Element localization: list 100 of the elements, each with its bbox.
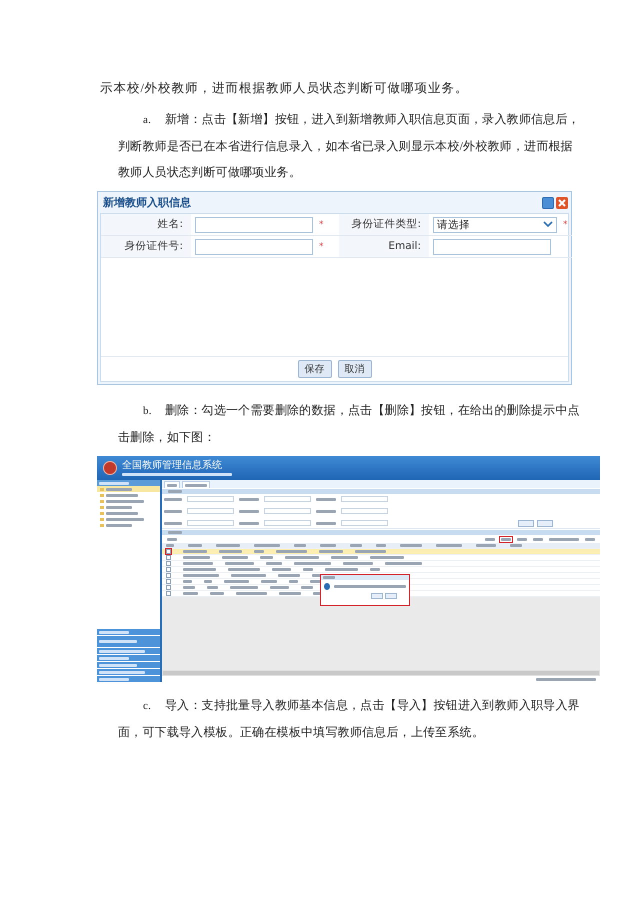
blurred-text	[106, 524, 132, 526]
input-field[interactable]	[341, 496, 388, 502]
sidebar-menu-bar[interactable]	[97, 629, 160, 635]
blurred-text	[204, 580, 212, 583]
blurred-text	[549, 538, 579, 540]
input-field[interactable]	[187, 520, 234, 526]
checkbox[interactable]	[166, 573, 171, 578]
chevron-down-icon	[543, 221, 553, 228]
sidebar-menu-bar[interactable]	[97, 655, 160, 661]
blurred-text	[320, 544, 336, 547]
sidebar-item[interactable]	[97, 486, 160, 492]
toolbar-button[interactable]	[500, 536, 512, 542]
sidebar-menu-bar[interactable]	[97, 676, 160, 682]
table-row[interactable]	[162, 555, 600, 561]
toolbar-button[interactable]	[584, 536, 596, 542]
logo-icon	[103, 461, 117, 475]
blurred-text	[219, 550, 242, 553]
blurred-text	[183, 580, 192, 583]
input-field[interactable]	[264, 520, 311, 526]
delete-button[interactable]	[166, 536, 178, 542]
blurred-text	[99, 482, 129, 484]
input-field[interactable]	[187, 508, 234, 514]
scrollbar[interactable]	[162, 670, 600, 676]
query-button[interactable]	[518, 520, 534, 526]
field-label: Email:	[339, 236, 429, 258]
blurred-text	[370, 556, 404, 559]
blurred-text	[99, 670, 145, 674]
list-item: c. 导入：支持批量导入教师基本信息，点击【导入】按钮进入到教师入职导入界面，可下载导入模板。正确在模板中填写教师信息后，上传至系统。	[118, 697, 580, 741]
table-row[interactable]	[162, 567, 600, 573]
blurred-text	[355, 550, 386, 553]
close-icon[interactable]	[556, 196, 568, 208]
sidebar-menu-bar[interactable]	[97, 662, 160, 668]
paragraph: 示本校/外校教师，进而根据教师人员状态判断可做哪项业务。	[100, 80, 470, 97]
blurred-text	[270, 586, 289, 589]
table-row[interactable]	[162, 561, 600, 567]
toolbar-button[interactable]	[548, 536, 580, 542]
blurred-text	[207, 586, 218, 589]
blurred-text	[188, 544, 202, 547]
select-field[interactable]: 请选择	[433, 216, 557, 232]
blurred-text	[239, 498, 259, 500]
table-row[interactable]	[162, 549, 600, 555]
blurred-text	[183, 586, 195, 589]
blurred-text	[316, 522, 336, 524]
toolbar-button[interactable]	[532, 536, 544, 542]
blurred-text	[210, 592, 224, 595]
input-field[interactable]	[433, 238, 551, 254]
checkbox[interactable]	[166, 549, 171, 554]
blurred-text	[343, 562, 373, 565]
blurred-text	[228, 568, 260, 571]
blurred-text	[319, 550, 343, 553]
field-label: 身份证件类型:	[339, 214, 429, 236]
tab[interactable]	[164, 481, 180, 488]
checkbox[interactable]	[166, 591, 171, 596]
blurred-text	[294, 562, 331, 565]
sidebar-menu-bar[interactable]	[97, 669, 160, 675]
blurred-text	[185, 484, 207, 486]
blurred-text	[301, 586, 313, 589]
blurred-text	[231, 574, 266, 577]
confirm-button[interactable]	[371, 593, 383, 599]
blurred-text	[436, 544, 462, 547]
dialog-button[interactable]: 取消	[338, 360, 372, 378]
sidebar-menu-bar[interactable]	[97, 648, 160, 654]
blurred-text	[254, 550, 264, 553]
sidebar-menu-bar[interactable]	[97, 636, 160, 647]
input-field[interactable]	[341, 520, 388, 526]
minimize-icon[interactable]	[542, 196, 554, 208]
list-item: a. 新增：点击【新增】按钮，进入到新增教师入职信息页面，录入教师信息后，判断教师是否已在本省进行信息录入，如本省已录入则显示本校/外校教师，进而根据教师人员状态判断可做哪项业务。	[118, 111, 580, 181]
blurred-text	[278, 574, 300, 577]
blurred-text	[168, 490, 182, 493]
checkbox[interactable]	[166, 555, 171, 560]
input-field[interactable]	[264, 508, 311, 514]
input-field[interactable]	[195, 216, 313, 232]
question-icon	[324, 583, 330, 590]
blurred-text	[183, 550, 207, 553]
checkbox[interactable]	[166, 585, 171, 590]
blurred-text	[316, 498, 336, 500]
dialog-button[interactable]: 保存	[298, 360, 332, 378]
checkbox[interactable]	[166, 567, 171, 572]
toolbar-button[interactable]	[484, 536, 496, 542]
input-field[interactable]	[195, 238, 313, 254]
blurred-text	[376, 544, 386, 547]
list-item: b. 删除：勾选一个需要删除的数据，点击【删除】按钮，在给出的删除提示中点击删除，如下图：	[118, 402, 580, 446]
blurred-text	[266, 562, 282, 565]
checkbox[interactable]	[166, 561, 171, 566]
toolbar-button[interactable]	[516, 536, 528, 542]
cancel-button[interactable]	[385, 593, 397, 599]
input-field[interactable]	[264, 496, 311, 502]
blurred-text	[106, 518, 144, 520]
input-field[interactable]	[341, 508, 388, 514]
checkbox[interactable]	[166, 579, 171, 584]
blurred-text	[316, 510, 336, 512]
required-mark: *	[563, 220, 568, 230]
blurred-text	[164, 498, 182, 500]
input-field[interactable]	[187, 496, 234, 502]
blurred-text	[325, 568, 358, 571]
reset-button[interactable]	[537, 520, 553, 526]
blurred-text	[99, 650, 145, 652]
blurred-text	[230, 586, 258, 589]
tab[interactable]	[182, 481, 210, 488]
blurred-text	[216, 544, 240, 547]
